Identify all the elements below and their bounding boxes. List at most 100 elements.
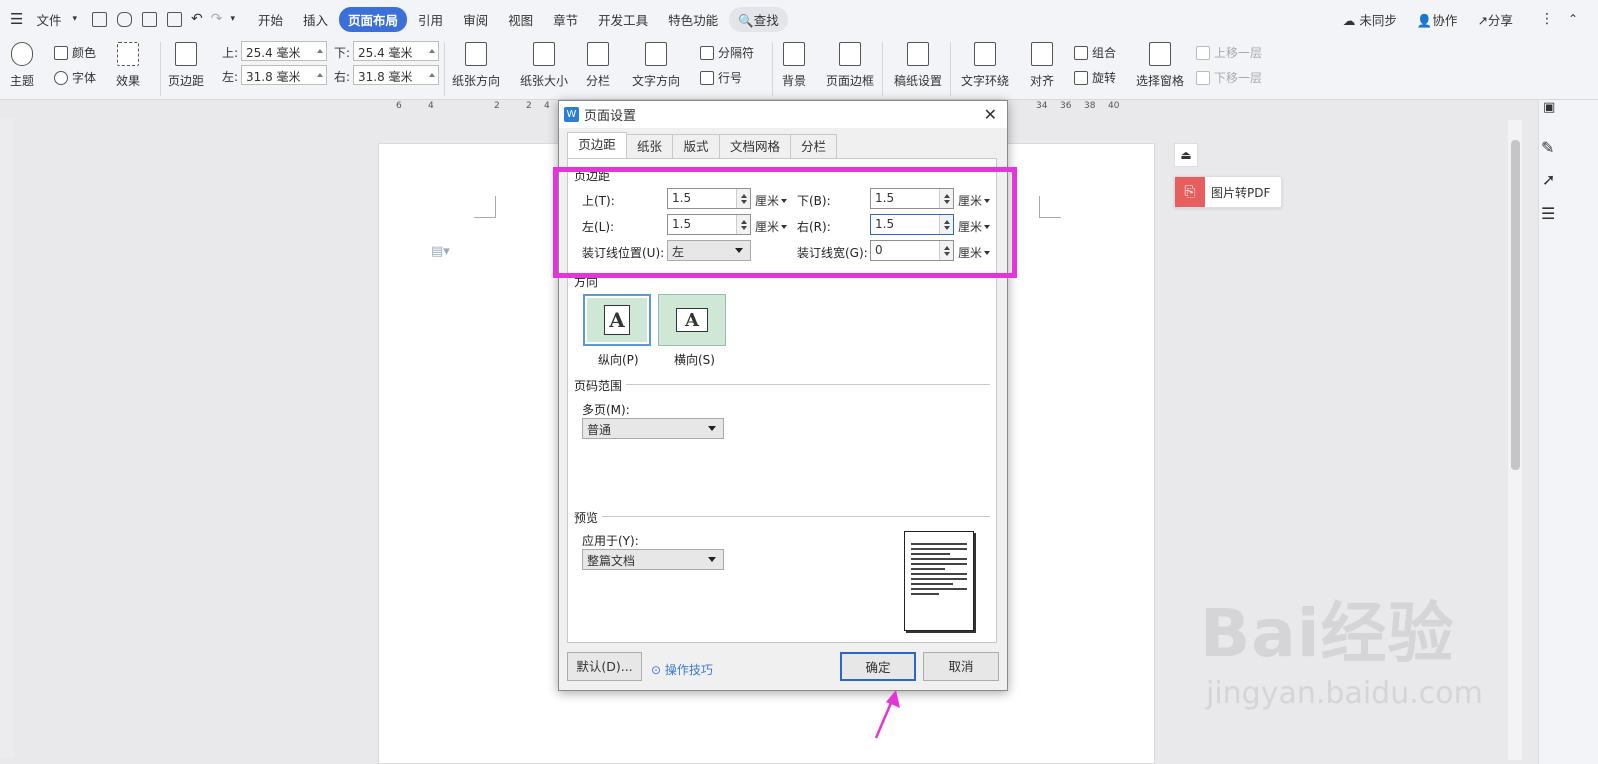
ribbon-right-margin[interactable]: 31.8 毫米 [353,65,439,85]
adjust-icon[interactable]: ☰ [1541,204,1555,223]
background-button[interactable]: 背景 [782,42,806,89]
align-button[interactable]: 对齐 [1030,42,1054,89]
panel-toggle-icon[interactable]: ▣ [1543,100,1555,115]
ribbon-top-label: 上: [222,46,239,60]
line-number-icon [700,70,714,85]
search-box[interactable]: 🔍查找 [729,6,788,32]
color-button[interactable]: 颜色 [54,44,96,61]
tab-review[interactable]: 审阅 [454,7,497,32]
watermark-url: jingyan.baidu.com [1206,676,1483,711]
group-button[interactable]: 组合 [1074,44,1116,61]
share-icon: ↗ [1477,12,1488,28]
divider [602,516,990,517]
font-button[interactable]: 字体 [54,69,96,86]
image-to-pdf-button[interactable]: ⎘ 图片转PDF [1174,176,1282,208]
tab-reference[interactable]: 引用 [409,7,452,32]
bring-forward-button[interactable]: 上移一层 [1196,44,1262,61]
scrollbar-thumb[interactable] [1511,140,1520,470]
divider [626,384,990,385]
effect-button[interactable]: 效果 [116,42,140,89]
paper-size-icon [533,42,555,66]
page-border-button[interactable]: 页面边框 [826,42,874,89]
tab-layout[interactable]: 版式 [672,134,720,158]
color-icon [54,45,68,60]
landscape-option[interactable]: A [658,294,726,346]
line-number-button[interactable]: 行号 [700,69,742,86]
collapse-icon[interactable]: ⌃ [1568,12,1578,26]
text-wrap-button[interactable]: 文字环绕 [961,42,1009,89]
paper-size-button[interactable]: 纸张大小 [520,42,568,89]
pen-icon[interactable]: ✎ [1541,138,1554,157]
cancel-button[interactable]: 取消 [923,652,999,681]
portrait-label: 纵向(P) [598,353,639,367]
chevron-down-icon[interactable]: ▾ [230,14,235,24]
default-button[interactable]: 默认(D)... [567,652,642,681]
user-icon: 👤 [1416,12,1433,28]
multi-pages-label: 多页(M): [582,403,630,417]
save-icon[interactable] [92,11,107,27]
print-preview-icon[interactable] [167,11,182,27]
tab-columns[interactable]: 分栏 [790,134,837,158]
share-button[interactable]: ↗分享 [1468,7,1522,32]
selection-pane-icon [1149,42,1171,66]
tab-page-layout[interactable]: 页面布局 [339,6,408,32]
pointer-icon[interactable]: ➚ [1542,170,1555,189]
portrait-page-icon: A [604,305,630,335]
print-icon[interactable] [142,11,157,27]
undo-icon[interactable]: ↶ [191,11,203,27]
manuscript-button[interactable]: 稿纸设置 [894,42,942,89]
divider [160,42,161,96]
tab-start[interactable]: 开始 [249,7,292,32]
tab-paper[interactable]: 纸张 [626,134,673,158]
selection-pane-button[interactable]: 选择窗格 [1136,42,1184,89]
ok-button[interactable]: 确定 [840,652,916,681]
sync-status[interactable]: ☁ 未同步 [1334,7,1406,32]
search-icon: 🔍 [738,12,754,28]
separator-button[interactable]: 分隔符 [700,44,754,61]
cloud-icon: ☁ [1342,12,1356,28]
tab-doc-grid[interactable]: 文档网格 [719,134,791,158]
multi-pages-select[interactable]: 普通 [582,418,724,439]
ribbon-bottom-margin[interactable]: 25.4 毫米 [353,41,439,61]
image-to-pdf-label: 图片转PDF [1211,185,1271,200]
group-icon [1074,45,1088,60]
tab-developer[interactable]: 开发工具 [589,7,657,32]
apply-to-select[interactable]: 整篇文档 [582,549,724,570]
send-backward-button[interactable]: 下移一层 [1196,69,1262,86]
tab-insert[interactable]: 插入 [294,7,337,32]
text-direction-button[interactable]: 文字方向 [632,42,680,89]
ribbon-right-label: 右: [334,70,351,84]
ribbon-left-margin[interactable]: 31.8 毫米 [241,65,327,85]
close-icon[interactable]: ✕ [984,105,997,124]
columns-button[interactable]: 分栏 [586,42,610,89]
theme-button[interactable]: 主题 [10,42,34,89]
margins-button[interactable]: 页边距 [168,42,204,89]
tab-special[interactable]: 特色功能 [659,7,727,32]
orientation-button[interactable]: 纸张方向 [452,42,500,89]
annotation-arrow-icon [874,690,900,739]
ribbon-bottom-label: 下: [334,46,351,60]
vertical-ruler[interactable] [0,118,14,758]
tab-view[interactable]: 视图 [499,7,542,32]
grid-icon [907,42,929,66]
tips-link[interactable]: ⊙ 操作技巧 [651,661,713,678]
tab-section[interactable]: 章节 [544,7,587,32]
redo-icon[interactable]: ↷ [211,11,223,27]
preview-group-title: 预览 [574,511,599,525]
rotate-button[interactable]: 旋转 [1074,69,1116,86]
format-painter-icon[interactable] [117,11,132,27]
eject-icon[interactable]: ⏏ [1174,143,1198,167]
hamburger-icon[interactable]: ☰ [10,10,23,28]
more-icon[interactable]: ⋮ [1540,11,1554,27]
chevron-down-icon[interactable]: ▾ [72,14,77,24]
file-menu[interactable]: 文件 [27,7,70,32]
font-icon [54,70,68,85]
paragraph-icon[interactable]: ▤▾ [431,244,450,259]
tab-margins[interactable]: 页边距 [567,132,627,159]
collab-button[interactable]: 👤协作 [1408,7,1467,32]
highlight-box [553,167,1017,278]
portrait-option[interactable]: A [583,294,651,346]
ribbon-top-margin[interactable]: 25.4 毫米 [241,41,327,61]
page-border-icon [839,42,861,66]
dialog-titlebar[interactable]: W 页面设置 ✕ [559,101,1007,128]
